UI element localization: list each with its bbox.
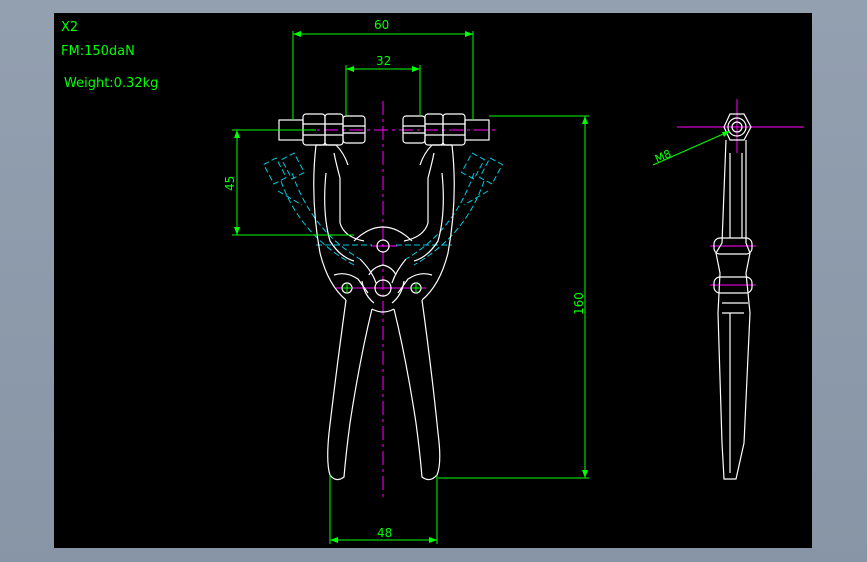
centerlines [274,99,804,497]
front-view [278,113,490,481]
side-view [713,113,753,480]
dim-32-label: 32 [376,54,391,68]
dim-48-label: 48 [377,526,392,540]
dim-60-label: 60 [374,18,389,32]
dimension-arrows [234,31,730,543]
dim-160-label: 160 [572,292,586,315]
cad-viewport[interactable]: X2 FM:150daN Weight:0.32kg 60 32 45 160 … [54,13,812,548]
note-quantity: X2 [61,20,78,35]
note-force: FM:150daN [61,44,135,59]
thread-m8-label: M8 [653,147,673,166]
drawing-canvas: X2 FM:150daN Weight:0.32kg 60 32 45 160 … [61,18,804,544]
note-weight: Weight:0.32kg [64,76,158,91]
dim-45-label: 45 [223,176,237,191]
dimension-lines [232,31,731,544]
